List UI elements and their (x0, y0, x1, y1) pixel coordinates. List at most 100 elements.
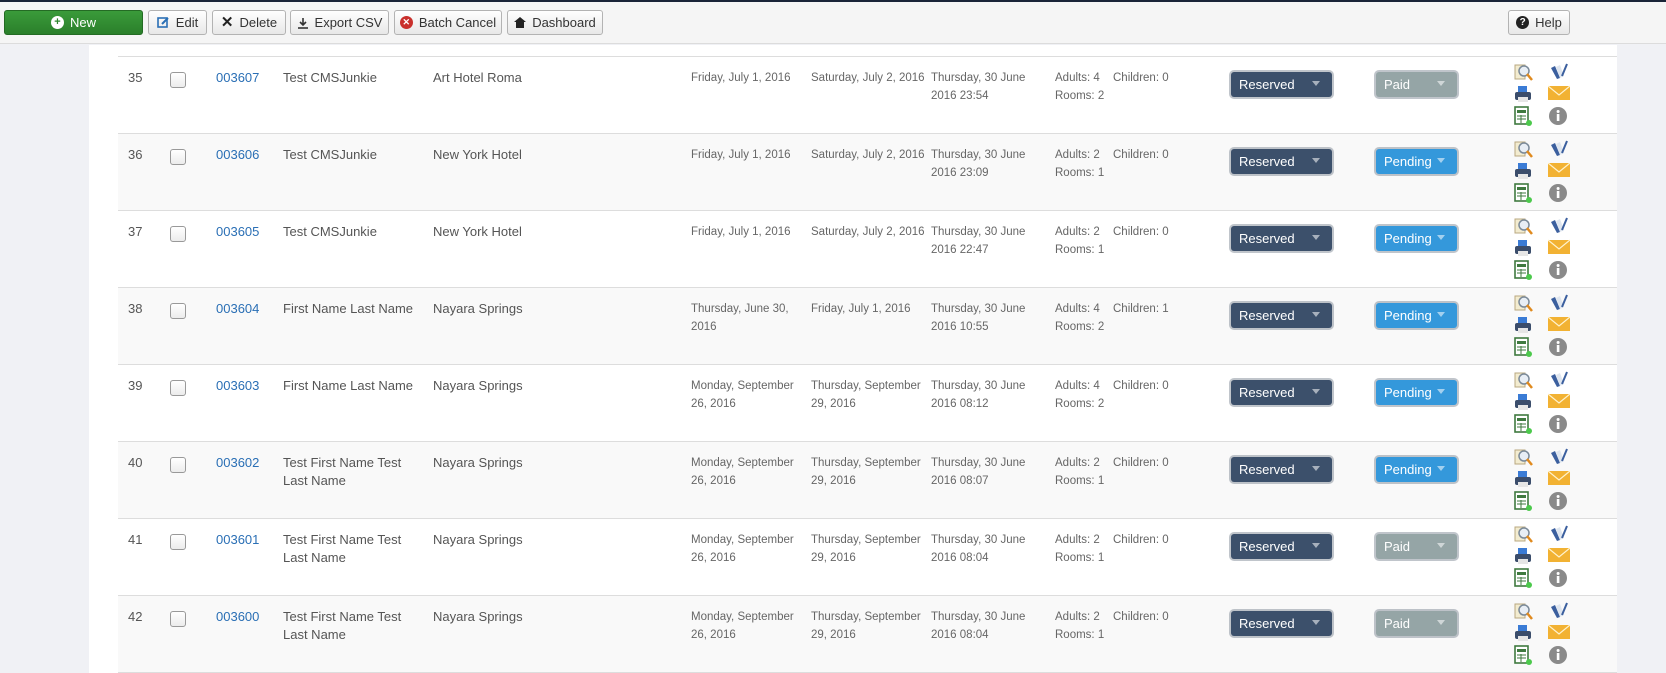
reservation-status-dropdown[interactable]: Reserved (1231, 534, 1332, 559)
row-checkbox[interactable] (170, 534, 186, 550)
view-details-icon[interactable] (1513, 524, 1533, 544)
reservation-id-link[interactable]: 003604 (216, 300, 259, 318)
reservations-list: 35 003607 Test CMSJunkie Art Hotel Roma … (89, 45, 1617, 673)
checkout-date: Thursday, September 29, 2016 (811, 457, 921, 487)
reservation-id-link[interactable]: 003607 (216, 69, 259, 87)
print-icon[interactable] (1513, 84, 1533, 104)
info-icon[interactable] (1548, 645, 1568, 665)
edit-document-icon[interactable] (1548, 447, 1568, 467)
view-details-icon[interactable] (1513, 216, 1533, 236)
print-icon[interactable] (1513, 161, 1533, 181)
batch-cancel-button[interactable]: ✕ Batch Cancel (394, 10, 502, 35)
payment-status-dropdown[interactable]: Pending (1376, 380, 1457, 405)
chevron-down-icon (1437, 543, 1445, 548)
edit-document-icon[interactable] (1548, 293, 1568, 313)
invoice-icon[interactable] (1513, 568, 1533, 588)
email-icon[interactable] (1547, 469, 1571, 489)
email-icon[interactable] (1547, 623, 1571, 643)
checkin-date: Friday, July 1, 2016 (691, 226, 791, 238)
reservation-id-link[interactable]: 003605 (216, 223, 259, 241)
row-number: 41 (128, 532, 143, 547)
delete-button[interactable]: ✕ Delete (212, 10, 286, 35)
invoice-icon[interactable] (1513, 183, 1533, 203)
invoice-icon[interactable] (1513, 645, 1533, 665)
reservation-id-link[interactable]: 003600 (216, 608, 259, 626)
payment-status-dropdown[interactable]: Pending (1376, 303, 1457, 328)
row-checkbox[interactable] (170, 303, 186, 319)
edit-document-icon[interactable] (1548, 370, 1568, 390)
reservation-status-dropdown[interactable]: Reserved (1231, 149, 1332, 174)
payment-status-dropdown[interactable]: Pending (1376, 226, 1457, 251)
info-icon[interactable] (1548, 260, 1568, 280)
reservations-table: 35 003607 Test CMSJunkie Art Hotel Roma … (118, 45, 1617, 673)
reservation-status-value: Reserved (1239, 539, 1295, 554)
email-icon[interactable] (1547, 546, 1571, 566)
view-details-icon[interactable] (1513, 139, 1533, 159)
help-button[interactable]: ? Help (1508, 10, 1570, 35)
info-icon[interactable] (1548, 414, 1568, 434)
print-icon[interactable] (1513, 546, 1533, 566)
print-icon[interactable] (1513, 623, 1533, 643)
dashboard-button[interactable]: Dashboard (507, 10, 603, 35)
email-icon[interactable] (1547, 238, 1571, 258)
chevron-down-icon (1312, 235, 1320, 240)
print-icon[interactable] (1513, 238, 1533, 258)
print-icon[interactable] (1513, 392, 1533, 412)
invoice-icon[interactable] (1513, 491, 1533, 511)
email-icon[interactable] (1547, 84, 1571, 104)
row-checkbox[interactable] (170, 72, 186, 88)
invoice-icon[interactable] (1513, 337, 1533, 357)
guest-name: Test First Name Test Last Name (283, 609, 402, 642)
reservation-id-link[interactable]: 003602 (216, 454, 259, 472)
reservation-status-dropdown[interactable]: Reserved (1231, 457, 1332, 482)
reservation-status-dropdown[interactable]: Reserved (1231, 611, 1332, 636)
help-button-label: Help (1535, 15, 1562, 30)
payment-status-dropdown[interactable]: Paid (1376, 72, 1457, 97)
edit-document-icon[interactable] (1548, 601, 1568, 621)
export-csv-button[interactable]: Export CSV (290, 10, 389, 35)
row-checkbox[interactable] (170, 226, 186, 242)
email-icon[interactable] (1547, 161, 1571, 181)
edit-document-icon[interactable] (1548, 524, 1568, 544)
view-details-icon[interactable] (1513, 601, 1533, 621)
row-checkbox[interactable] (170, 611, 186, 627)
payment-status-dropdown[interactable]: Pending (1376, 457, 1457, 482)
info-icon[interactable] (1548, 106, 1568, 126)
row-checkbox[interactable] (170, 380, 186, 396)
row-checkbox[interactable] (170, 457, 186, 473)
print-icon[interactable] (1513, 469, 1533, 489)
reservation-status-dropdown[interactable]: Reserved (1231, 380, 1332, 405)
info-icon[interactable] (1548, 183, 1568, 203)
view-details-icon[interactable] (1513, 62, 1533, 82)
payment-status-dropdown[interactable]: Pending (1376, 149, 1457, 174)
view-details-icon[interactable] (1513, 447, 1533, 467)
reservation-status-dropdown[interactable]: Reserved (1231, 72, 1332, 97)
edit-document-icon[interactable] (1548, 216, 1568, 236)
previous-row-partial (118, 45, 1617, 57)
edit-button[interactable]: Edit (148, 10, 207, 35)
reservation-status-dropdown[interactable]: Reserved (1231, 303, 1332, 328)
reservation-status-dropdown[interactable]: Reserved (1231, 226, 1332, 251)
info-icon[interactable] (1548, 568, 1568, 588)
email-icon[interactable] (1547, 315, 1571, 335)
payment-status-dropdown[interactable]: Paid (1376, 611, 1457, 636)
view-details-icon[interactable] (1513, 370, 1533, 390)
payment-status-value: Paid (1384, 77, 1411, 92)
payment-status-dropdown[interactable]: Paid (1376, 534, 1457, 559)
reservation-id-link[interactable]: 003603 (216, 377, 259, 395)
invoice-icon[interactable] (1513, 106, 1533, 126)
view-details-icon[interactable] (1513, 293, 1533, 313)
chevron-down-icon (1437, 389, 1445, 394)
reservation-id-link[interactable]: 003606 (216, 146, 259, 164)
edit-document-icon[interactable] (1548, 62, 1568, 82)
new-button[interactable]: + New (4, 10, 143, 35)
info-icon[interactable] (1548, 491, 1568, 511)
invoice-icon[interactable] (1513, 260, 1533, 280)
edit-document-icon[interactable] (1548, 139, 1568, 159)
print-icon[interactable] (1513, 315, 1533, 335)
email-icon[interactable] (1547, 392, 1571, 412)
info-icon[interactable] (1548, 337, 1568, 357)
row-checkbox[interactable] (170, 149, 186, 165)
invoice-icon[interactable] (1513, 414, 1533, 434)
reservation-id-link[interactable]: 003601 (216, 531, 259, 549)
